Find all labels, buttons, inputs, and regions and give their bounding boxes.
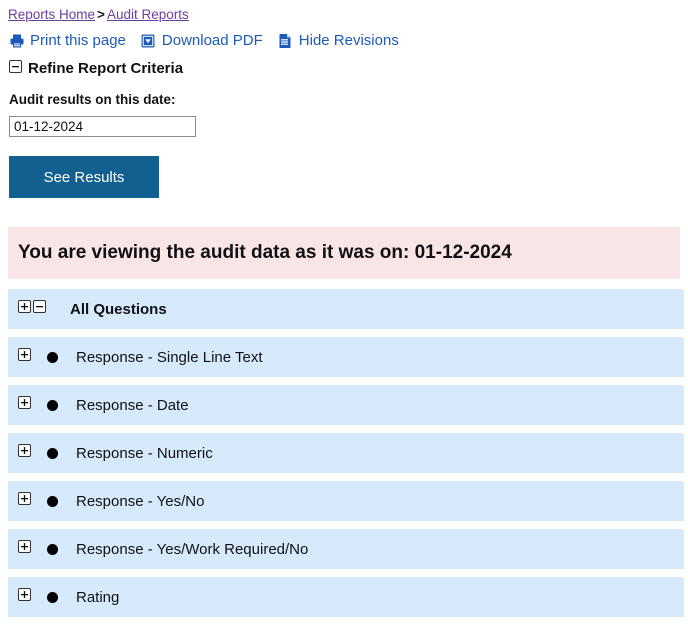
question-label: Response - Date bbox=[76, 396, 189, 414]
bullet-icon bbox=[47, 399, 58, 411]
audit-date-label: Audit results on this date: bbox=[9, 92, 176, 107]
printer-icon bbox=[8, 33, 25, 50]
question-row[interactable]: Response - Numeric bbox=[8, 433, 684, 473]
question-label: Response - Numeric bbox=[76, 444, 213, 462]
breadcrumb-link-audit-reports[interactable]: Audit Reports bbox=[107, 7, 189, 22]
question-label: Response - Yes/No bbox=[76, 492, 205, 510]
print-page-button[interactable]: Print this page bbox=[8, 31, 126, 51]
hide-revisions-label: Hide Revisions bbox=[298, 32, 399, 49]
breadcrumb: Reports Home > Audit Reports bbox=[0, 0, 688, 24]
bullet-icon bbox=[47, 495, 58, 507]
minus-box-icon bbox=[9, 59, 22, 79]
question-row[interactable]: Response - Yes/Work Required/No bbox=[8, 529, 684, 569]
bullet-icon bbox=[47, 447, 58, 459]
question-row[interactable]: Response - Date bbox=[8, 385, 684, 425]
audit-date-notice-banner: You are viewing the audit data as it was… bbox=[8, 227, 680, 279]
plus-box-icon[interactable] bbox=[18, 444, 31, 462]
document-icon bbox=[277, 33, 294, 50]
question-row[interactable]: Response - Single Line Text bbox=[8, 337, 684, 377]
see-results-button[interactable]: See Results bbox=[9, 156, 159, 198]
question-row[interactable]: Rating bbox=[8, 577, 684, 617]
breadcrumb-link-reports-home[interactable]: Reports Home bbox=[8, 7, 95, 22]
toolbar: Print this page Download PDF Hide Revisi… bbox=[0, 24, 688, 51]
bullet-icon bbox=[47, 591, 58, 603]
question-label: Response - Yes/Work Required/No bbox=[76, 540, 309, 558]
audit-date-notice-text: You are viewing the audit data as it was… bbox=[18, 242, 512, 263]
bullet-icon bbox=[47, 351, 58, 363]
plus-box-icon[interactable] bbox=[18, 300, 31, 318]
download-pdf-button[interactable]: Download PDF bbox=[140, 31, 263, 51]
breadcrumb-separator: > bbox=[97, 7, 105, 22]
questions-header-label: All Questions bbox=[70, 300, 167, 318]
plus-box-icon[interactable] bbox=[18, 396, 31, 414]
hide-revisions-button[interactable]: Hide Revisions bbox=[277, 31, 399, 51]
questions-header-row[interactable]: All Questions bbox=[8, 289, 684, 329]
audit-date-input[interactable] bbox=[9, 116, 196, 137]
plus-box-icon[interactable] bbox=[18, 588, 31, 606]
refine-report-criteria-toggle[interactable]: Refine Report Criteria bbox=[0, 51, 688, 79]
print-page-label: Print this page bbox=[30, 32, 126, 49]
minus-box-icon[interactable] bbox=[33, 300, 46, 318]
bullet-icon bbox=[47, 543, 58, 555]
download-pdf-label: Download PDF bbox=[161, 32, 263, 49]
plus-box-icon[interactable] bbox=[18, 540, 31, 558]
download-box-icon bbox=[140, 33, 157, 50]
refine-report-criteria-title: Refine Report Criteria bbox=[28, 60, 184, 77]
question-label: Response - Single Line Text bbox=[76, 348, 263, 366]
question-label: Rating bbox=[76, 588, 120, 606]
plus-box-icon[interactable] bbox=[18, 348, 31, 366]
questions-list: All Questions Response - Single Line Tex… bbox=[0, 289, 688, 617]
question-row[interactable]: Response - Yes/No bbox=[8, 481, 684, 521]
plus-box-icon[interactable] bbox=[18, 492, 31, 510]
